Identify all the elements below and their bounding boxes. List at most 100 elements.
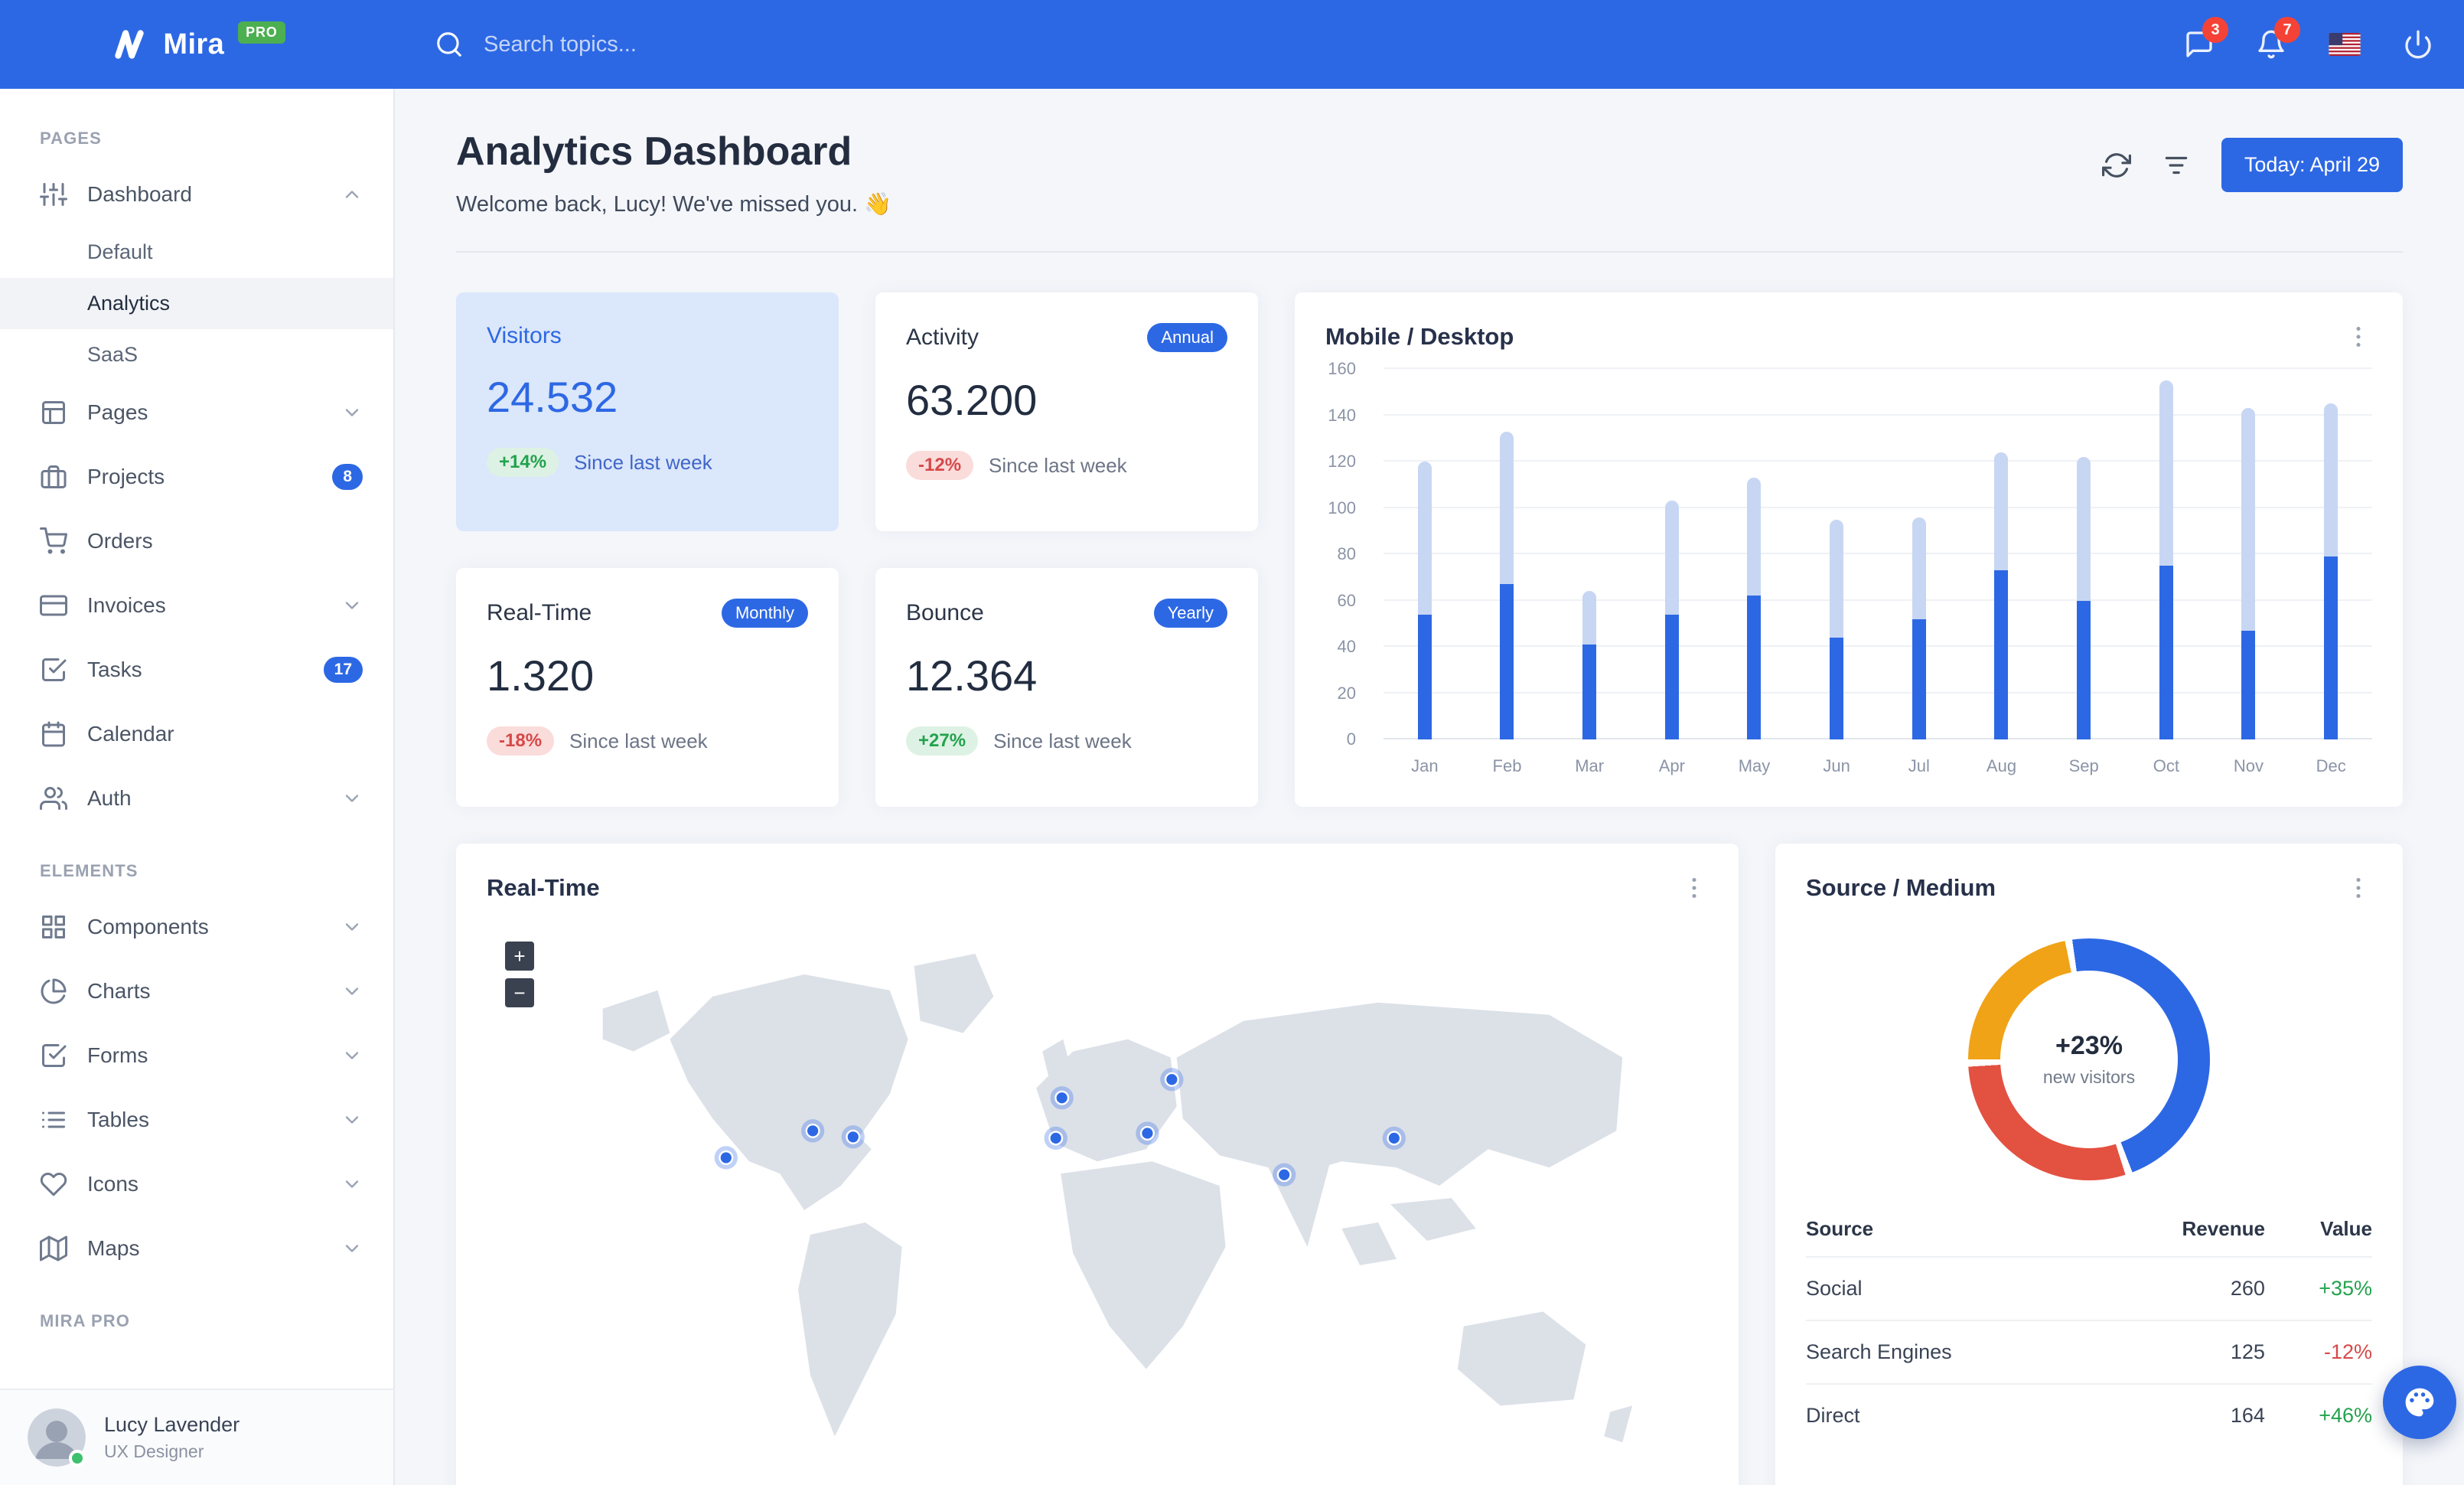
layout-icon [40,399,67,426]
sidebar-user[interactable]: Lucy Lavender UX Designer [0,1389,393,1485]
messages-button[interactable]: 3 [2184,17,2228,60]
stat-period-badge[interactable]: Monthly [721,599,808,628]
brand-name: Mira [163,28,225,60]
notifications-button[interactable]: 7 [2256,17,2300,60]
source-table-header-row: Source Revenue Value [1806,1202,2372,1257]
sidebar-item-label: Charts [87,979,151,1003]
y-tick-label: 20 [1337,683,1356,703]
signout-button[interactable] [2403,29,2433,60]
chevron-down-icon [341,981,363,1002]
sidebar-item-pages[interactable]: Pages [0,380,393,445]
filter-button[interactable] [2162,151,2191,180]
source-cell: Search Engines [1806,1320,2099,1384]
x-tick-label: Jun [1823,756,1850,775]
sidebar-item-dashboard[interactable]: Dashboard [0,162,393,227]
value-cell: +46% [2264,1383,2372,1447]
revenue-cell: 164 [2098,1383,2265,1447]
sidebar-item-label: Invoices [87,593,166,617]
more-vertical-icon[interactable] [2345,323,2372,351]
sidebar-item-calendar[interactable]: Calendar [0,702,393,766]
map-marker[interactable] [1048,1131,1064,1146]
stat-period-badge[interactable]: Annual [1147,323,1227,352]
stat-delta-badge: -12% [906,451,974,480]
sidebar-item-auth[interactable]: Auth [0,766,393,831]
map-marker[interactable] [719,1150,734,1165]
map-zoom-out-button[interactable]: − [505,978,534,1007]
brand[interactable]: Mira PRO [0,21,395,64]
filter-icon [2162,151,2191,180]
map-card-title: Real-Time [487,874,600,901]
bar-segment-desktop [1664,501,1679,615]
map-marker[interactable] [1387,1131,1402,1146]
donut-chart: +23% new visitors [1968,938,2210,1180]
bar-segment-desktop [2077,456,2091,601]
realtime-map-card: Real-Time + − [456,844,1739,1485]
sidebar-section-pages: PAGES [40,129,102,148]
bar-segment-mobile [1830,637,1844,739]
donut-center-sublabel: new visitors [2042,1067,2136,1087]
x-tick-label: Apr [1658,756,1685,775]
stat-card-title: Real-Time [487,600,592,625]
sidebar-item-orders[interactable]: Orders [0,509,393,573]
sidebar-item-projects[interactable]: Projects 8 [0,445,393,509]
search-input[interactable] [481,30,848,59]
source-table-row: Direct 164 +46% [1806,1383,2372,1447]
sidebar-subitem-analytics[interactable]: Analytics [0,278,393,329]
map-marker[interactable] [805,1123,820,1138]
map-zoom-in-button[interactable]: + [505,942,534,971]
bar-chart-plot [1384,367,2372,739]
language-button[interactable] [2328,33,2361,56]
bar-aug [1960,369,2043,739]
value-cell: -12% [2264,1320,2372,1384]
sidebar-item-maps[interactable]: Maps [0,1216,393,1281]
pro-badge: PRO [238,21,285,44]
sidebar-item-label: Pages [87,400,148,424]
sidebar-subitem-saas[interactable]: SaaS [0,329,393,380]
more-vertical-icon[interactable] [1680,874,1708,902]
sidebar-item-invoices[interactable]: Invoices [0,573,393,638]
sidebar-item-tasks[interactable]: Tasks 17 [0,638,393,702]
palette-icon [2403,1385,2436,1419]
map-marker[interactable] [1054,1090,1070,1105]
stat-delta-badge: -18% [487,726,555,756]
map-marker[interactable] [1139,1126,1155,1141]
map-marker[interactable] [1164,1072,1179,1087]
navbar-actions: 3 7 [2184,17,2464,60]
bar-sep [2042,369,2125,739]
x-tick-label: Feb [1492,756,1522,775]
sidebar-subitem-default[interactable]: Default [0,227,393,278]
world-map[interactable]: + − [487,923,1708,1485]
revenue-cell: 125 [2098,1320,2265,1384]
date-range-button[interactable]: Today: April 29 [2221,138,2403,192]
source-table-row: Search Engines 125 -12% [1806,1320,2372,1384]
us-flag-icon [2328,33,2361,56]
chevron-down-icon [341,788,363,809]
sidebar-item-components[interactable]: Components [0,895,393,959]
settings-fab[interactable] [2383,1366,2456,1439]
stat-caption: Since last week [574,450,712,474]
header-divider [456,251,2403,253]
bar-segment-desktop [1582,591,1597,645]
map-marker[interactable] [1276,1167,1292,1183]
map-marker[interactable] [846,1129,861,1144]
bar-jun [1795,369,1878,739]
stat-card-title: Bounce [906,600,984,625]
sidebar-item-tables[interactable]: Tables [0,1088,393,1152]
sidebar-item-charts[interactable]: Charts [0,959,393,1023]
stat-cards: Visitors 24.532 +14% Since last week Activit… [456,292,1258,807]
bar-segment-mobile [1664,614,1679,739]
chevron-down-icon [341,595,363,616]
bar-may [1713,369,1796,739]
bar-segment-desktop [2241,408,2256,631]
stat-period-badge[interactable]: Yearly [1153,599,1227,628]
refresh-button[interactable] [2101,151,2131,180]
source-table-body: Social 260 +35% Search Engines 125 -12% Direct… [1806,1256,2372,1447]
source-table-header-value: Value [2320,1217,2372,1240]
navbar-search [435,30,848,59]
bar-segment-mobile [2241,630,2256,739]
world-map-svg [602,953,1633,1443]
sidebar-item-icons[interactable]: Icons [0,1152,393,1216]
more-vertical-icon[interactable] [2345,874,2372,902]
sidebar-item-forms[interactable]: Forms [0,1023,393,1088]
y-tick-label: 40 [1337,637,1356,656]
